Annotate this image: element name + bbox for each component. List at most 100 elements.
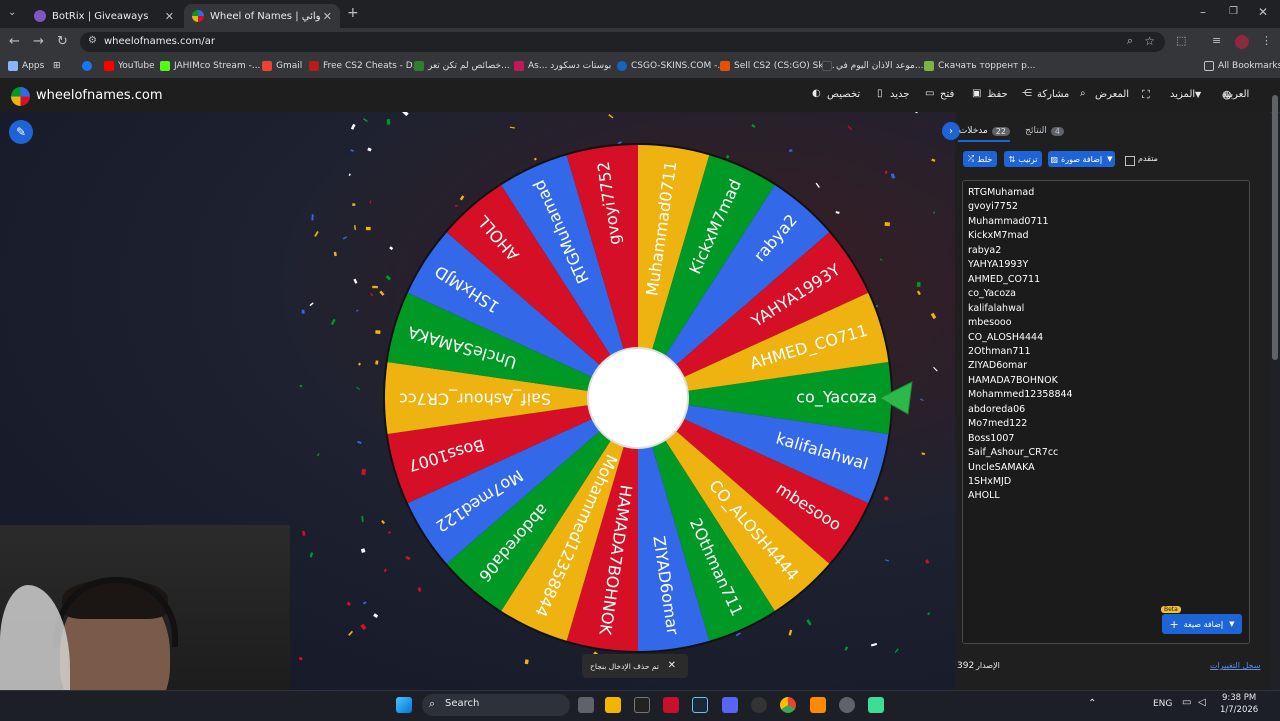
tray-lang[interactable]: ENG [1153,699,1172,709]
nav-open[interactable]: ▭ فتح [925,88,954,100]
confetti-piece [362,117,368,123]
confetti-piece [311,214,314,221]
steam-icon[interactable] [692,697,708,713]
tab-search-icon[interactable]: ⌄ [8,7,16,18]
toast-close-icon[interactable]: ✕ [668,660,676,671]
confetti-piece [361,516,364,522]
nav-more[interactable]: المزيد [1170,89,1195,100]
confetti-piece [370,292,374,297]
zoom-icon[interactable]: ⌕ [1127,34,1133,48]
bookmark-youtube[interactable]: YouTube [104,61,155,71]
discord-icon[interactable] [722,697,738,713]
fullscreen-icon[interactable]: ⛶ [1142,88,1150,102]
entry-line: 2Othman711 [968,345,1031,357]
globe-icon[interactable]: ◍ [1222,88,1232,101]
bookmark-prayer-times[interactable]: موعد الاذان اليوم في... [822,61,923,71]
site-info-icon[interactable]: ⚙ [88,35,97,46]
chrome-icon[interactable] [780,697,796,713]
wheel-center[interactable] [587,347,689,449]
confetti-piece [401,112,409,117]
bookmark-apps[interactable]: Apps [8,61,44,71]
app-icon-2[interactable] [868,697,884,713]
bookmark-discord-posts[interactable]: As... بوستات دسكورد [514,61,611,71]
reload-icon[interactable]: ↻ [57,34,68,49]
media-icon[interactable]: ≡ [1212,34,1221,47]
settings-icon[interactable] [839,697,855,713]
bookmark-csgo-skins[interactable]: CSGO-SKINS.COM -... [617,61,726,71]
restore-icon[interactable]: ❐ [1229,6,1238,17]
new-tab-button[interactable]: + [347,5,359,21]
taskbar-search[interactable]: ⌕ Search [422,694,570,716]
facebook-icon[interactable] [82,61,96,71]
obs-icon[interactable] [751,697,767,713]
add-entry-button[interactable]: + إضافة صيغة ▼ [1162,614,1242,634]
confetti-piece [524,659,529,665]
page-scrollbar[interactable] [1272,95,1278,360]
shuffle-button[interactable]: ⤮ خلط [963,151,997,167]
site-logo[interactable] [11,87,30,106]
back-icon[interactable]: ← [9,34,20,49]
tray-time[interactable]: 9:38 PM [1222,693,1256,703]
forward-icon[interactable]: → [33,34,44,49]
valorant-icon[interactable] [663,697,679,713]
confetti-piece [357,440,362,445]
nav-customize[interactable]: ◐ تخصيص [812,88,860,100]
wheel[interactable]: co_YacozakalifalahwalmbesoooCO_ALOSH4444… [380,140,900,660]
nav-gallery[interactable]: ⌕ المعرض [1080,88,1129,100]
bookmark-star-icon[interactable]: ☆ [1144,34,1155,48]
close-icon[interactable]: ✕ [323,10,332,23]
changelog-link[interactable]: سجل التغييرات [1210,661,1260,670]
tray-date[interactable]: 1/7/2026 [1220,705,1258,715]
tab-botrix[interactable]: BotRix | Giveaways ✕ [26,4,182,28]
window-close-icon[interactable]: ✕ [1258,5,1268,19]
bookmark-kick[interactable]: JAHIMco Stream -... [160,61,260,71]
app-icon[interactable] [810,697,826,713]
confetti-piece [317,453,320,457]
tab-results-label: النتائج [1025,126,1047,136]
profile-avatar[interactable] [1235,35,1249,49]
all-bookmarks[interactable]: All Bookmarks [1204,61,1280,71]
add-image-button[interactable]: ▨ إضافة صورة ▼ [1048,151,1115,167]
tray-volume-icon[interactable]: ◁ [1198,697,1206,708]
minimize-icon[interactable]: – [1200,5,1206,19]
bookmark-sell-cs2[interactable]: Sell CS2 (CS:GO) Ski... [720,61,835,71]
chevron-down-icon[interactable]: ▼ [1195,90,1201,99]
bookmark-arabic-1[interactable]: خصائص لم تكن تعر... [414,61,510,71]
wheel-slice-label: co_Yacoza [796,388,877,408]
tray-chevron-icon[interactable]: ⌃ [1088,698,1096,709]
close-icon[interactable]: ✕ [165,10,174,23]
tab-title: Wheel of Names | العشوائي ... [210,10,320,22]
epic-icon[interactable] [634,697,650,713]
tab-entries[interactable]: مدخلات 22 [958,122,1010,142]
entry-line: RTGMuhamad [968,187,1035,198]
tab-results[interactable]: النتائج 4 [1024,122,1064,140]
nav-new[interactable]: ▯ جديد [877,88,909,100]
address-bar[interactable]: ⚙ wheelofnames.com/ar ☆ ⌕ [80,32,1165,52]
wheel-pointer [878,381,913,415]
sort-button[interactable]: ⇅ ترتيب [1004,151,1042,167]
grid-icon[interactable]: ⊞ [53,61,61,71]
file-explorer-icon[interactable] [605,697,621,713]
nav-save[interactable]: ▣ حفظ [972,88,1008,100]
wheel-favicon [192,10,204,22]
wheel-slice-label: Saif_Ashour_CR7cc [399,389,551,409]
advanced-checkbox[interactable] [1125,156,1135,166]
bookmark-torrent[interactable]: Скачать торрент р... [924,61,1035,71]
beta-badge: Beta [1161,606,1181,613]
tray-network-icon[interactable]: ▭ [1182,697,1191,708]
bookmark-cs2-cheats[interactable]: Free CS2 Cheats - D... [309,61,421,71]
task-view-icon[interactable] [578,697,594,713]
menu-icon[interactable]: ⋮ [1261,34,1272,47]
site-brand[interactable]: wheelofnames.com [36,88,163,103]
confetti-piece [362,601,367,605]
nav-share[interactable]: ⋲ مشاركة [1022,88,1069,100]
confetti-piece [348,630,354,636]
entry-line: co_Yacoza [968,288,1016,300]
extensions-icon[interactable]: ⬚ [1176,34,1186,47]
tab-strip: ⌄ BotRix | Giveaways ✕ Wheel of Names | … [0,0,1280,28]
tab-title: BotRix | Giveaways [52,10,149,22]
search-label: Search [445,698,480,709]
bookmark-gmail[interactable]: Gmail [262,61,302,71]
windows-start-icon[interactable] [396,697,412,713]
tab-wheel-of-names[interactable]: Wheel of Names | العشوائي ... ✕ [184,4,340,28]
